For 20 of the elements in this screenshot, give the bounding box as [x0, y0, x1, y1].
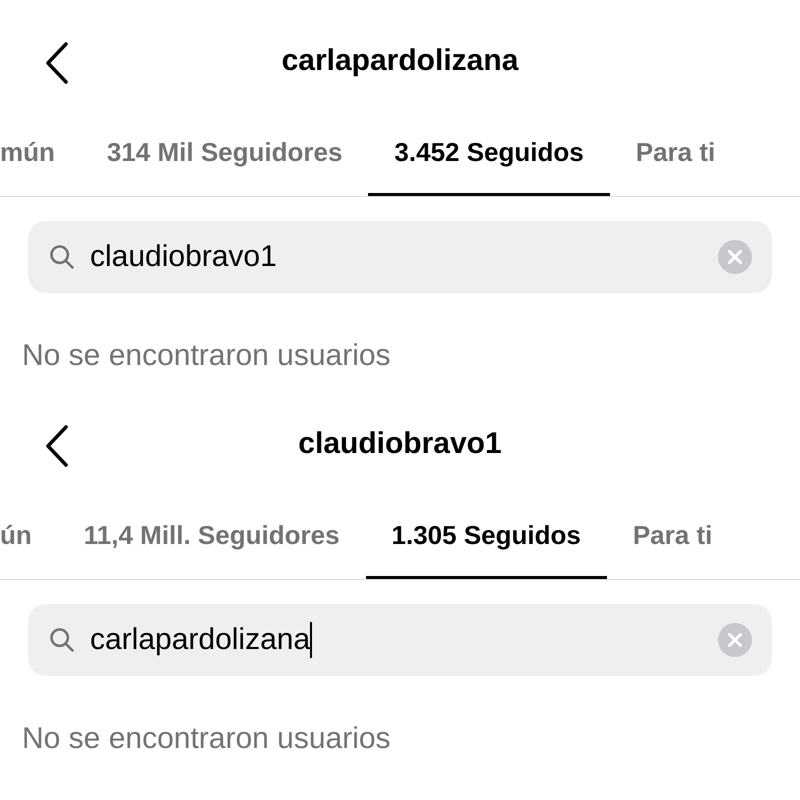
empty-message: No se encontraron usuarios [22, 722, 391, 755]
back-chevron-icon [45, 425, 69, 467]
profile-username: carlapardolizana [282, 42, 518, 78]
tab[interactable]: 1.305 Seguidos [366, 495, 607, 579]
search-icon [48, 243, 76, 271]
search-text: carlapardolizana [90, 622, 312, 658]
profile-username: claudiobravo1 [298, 426, 502, 462]
search-field[interactable]: carlapardolizana [28, 604, 772, 676]
tab[interactable]: Para ti [610, 112, 742, 196]
search-field[interactable]: claudiobravo1 [28, 221, 772, 293]
tab[interactable]: 314 Mil Seguidores [80, 112, 368, 196]
search-text: claudiobravo1 [90, 239, 278, 275]
tab[interactable]: ún [0, 495, 58, 579]
tab[interactable]: Para ti [606, 495, 738, 579]
tab[interactable]: mún [0, 112, 81, 196]
back-chevron-icon [45, 42, 69, 84]
tab[interactable]: 11,4 Mill. Seguidores [58, 495, 366, 579]
tab[interactable]: 3.452 Seguidos [368, 112, 610, 196]
empty-message: No se encontraron usuarios [22, 339, 391, 372]
search-icon [48, 626, 76, 654]
